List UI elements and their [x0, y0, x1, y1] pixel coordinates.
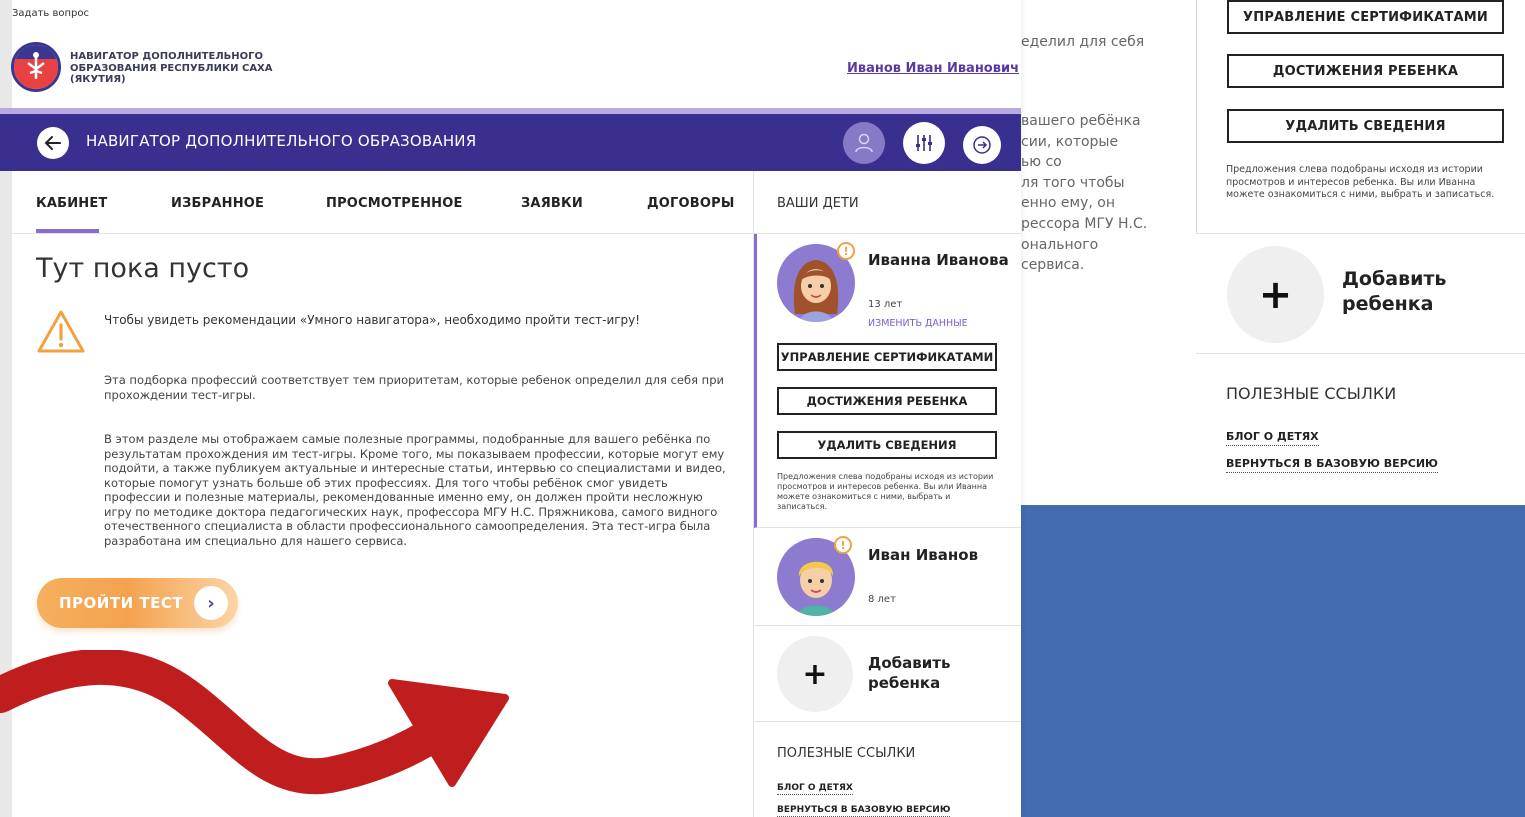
- take-test-button[interactable]: ПРОЙТИ ТЕСТ ›: [37, 578, 238, 628]
- bg-text-line: енно ему, он: [1021, 195, 1116, 212]
- bg-text-line: рессора МГУ Н.С.: [1021, 215, 1148, 232]
- tab-viewed[interactable]: ПРОСМОТРЕННОЕ: [326, 196, 463, 211]
- ask-question-link[interactable]: Задать вопрос: [12, 8, 89, 19]
- tab-contracts[interactable]: ДОГОВОРЫ: [647, 196, 735, 211]
- bg-add-child-label[interactable]: Добавить ребенка: [1342, 267, 1492, 317]
- add-child-button[interactable]: +: [777, 636, 853, 712]
- arrow-left-icon: [44, 136, 61, 150]
- emblem-icon: [14, 45, 58, 89]
- navbar-title: НАВИГАТОР ДОПОЛНИТЕЛЬНОГО ОБРАЗОВАНИЯ: [86, 132, 477, 150]
- link-blog[interactable]: БЛОГ О ДЕТЯХ: [777, 783, 853, 795]
- bg-text-line: вашего ребёнка: [1021, 113, 1141, 129]
- alert-badge: !: [837, 242, 855, 260]
- bg-delete-button[interactable]: УДАЛИТЬ СВЕДЕНИЯ: [1227, 109, 1504, 143]
- manage-certificates-button[interactable]: УПРАВЛЕНИЕ СЕРТИФИКАТАМИ: [777, 343, 997, 371]
- app-window: Задать вопрос НАВИГАТОР ДОПОЛНИТЕЛЬНОГО …: [0, 0, 1021, 817]
- child-age: 8 лет: [868, 594, 896, 605]
- back-button[interactable]: [37, 127, 69, 159]
- sliders-icon: [916, 135, 932, 151]
- alert-badge: !: [834, 536, 852, 554]
- warning-triangle-icon: [36, 309, 86, 359]
- link-basic-version[interactable]: ВЕРНУТЬСЯ В БАЗОВУЮ ВЕРСИЮ: [777, 805, 951, 817]
- logout-button[interactable]: [963, 126, 1001, 164]
- chevron-right-icon: ›: [194, 586, 228, 620]
- children-title: ВАШИ ДЕТИ: [777, 196, 859, 211]
- tab-favorites[interactable]: ИЗБРАННОЕ: [171, 196, 264, 211]
- description-paragraph-1: Эта подборка профессий соответствует тем…: [104, 373, 724, 402]
- bg-manage-certificates-button[interactable]: УПРАВЛЕНИЕ СЕРТИФИКАТАМИ: [1227, 0, 1504, 34]
- tab-cabinet[interactable]: КАБИНЕТ: [36, 196, 108, 211]
- children-header: ВАШИ ДЕТИ: [753, 171, 1021, 234]
- delete-child-button[interactable]: УДАЛИТЬ СВЕДЕНИЯ: [777, 431, 997, 459]
- plus-icon: +: [1258, 271, 1293, 318]
- add-child-label[interactable]: Добавить ребенка: [868, 654, 1018, 693]
- useful-links-title: ПОЛЕЗНЫЕ ССЫЛКИ: [777, 746, 916, 761]
- description-paragraph-2: В этом разделе мы отображаем самые полез…: [104, 432, 726, 548]
- bg-text-top: еделил для себя: [1021, 34, 1145, 50]
- recommendations-note: Предложения слева подобраны исходя из ис…: [777, 472, 994, 511]
- filter-button[interactable]: [903, 122, 945, 164]
- tab-bar: КАБИНЕТ ИЗБРАННОЕ ПРОСМОТРЕННОЕ ЗАЯВКИ Д…: [12, 171, 753, 234]
- bg-text-line: ью со: [1021, 154, 1062, 171]
- child-name: Иванна Иванова: [868, 251, 1009, 269]
- profile-button[interactable]: [843, 122, 885, 164]
- child-name: Иван Иванов: [868, 546, 979, 564]
- warning-text: Чтобы увидеть рекомендации «Умного навиг…: [104, 313, 641, 327]
- user-profile-link[interactable]: Иванов Иван Иванович: [847, 61, 1019, 76]
- page-title: Тут пока пусто: [36, 253, 250, 284]
- active-tab-indicator: [36, 229, 99, 233]
- logo[interactable]: [11, 42, 61, 92]
- org-name: НАВИГАТОР ДОПОЛНИТЕЛЬНОГО ОБРАЗОВАНИЯ РЕ…: [70, 51, 273, 85]
- plus-icon: +: [802, 656, 828, 692]
- logout-icon: [973, 136, 991, 154]
- child-card: ! Иван Иванов 8 лет: [754, 528, 1021, 626]
- user-icon: [855, 133, 873, 153]
- bg-text-line: сервиса.: [1021, 257, 1085, 274]
- take-test-label: ПРОЙТИ ТЕСТ: [59, 594, 184, 612]
- bg-text-line: сии, которые: [1021, 133, 1119, 150]
- bg-add-child-button[interactable]: +: [1227, 246, 1324, 343]
- edit-child-link[interactable]: ИЗМЕНИТЬ ДАННЫЕ: [868, 318, 968, 329]
- bg-text-block: вашего ребёнка сии, которые ью со ля тог…: [1021, 111, 1147, 276]
- child-achievements-button[interactable]: ДОСТИЖЕНИЯ РЕБЕНКА: [777, 387, 997, 415]
- child-card: ! Иванна Иванова 13 лет ИЗМЕНИТЬ ДАННЫЕ …: [754, 234, 1021, 528]
- top-navbar: НАВИГАТОР ДОПОЛНИТЕЛЬНОГО ОБРАЗОВАНИЯ: [0, 114, 1021, 171]
- child-age: 13 лет: [868, 299, 903, 310]
- bg-text-line: онального: [1021, 236, 1099, 253]
- blue-panel: [1021, 505, 1525, 817]
- decorative-red-arrow: [0, 650, 509, 795]
- bg-divider: [1196, 233, 1525, 234]
- bg-divider: [1196, 353, 1525, 354]
- children-sidebar: ! Иванна Иванова 13 лет ИЗМЕНИТЬ ДАННЫЕ …: [753, 234, 1021, 817]
- bg-link-basic-version[interactable]: ВЕРНУТЬСЯ В БАЗОВУЮ ВЕРСИЮ: [1226, 457, 1438, 473]
- bg-sidebar: УПРАВЛЕНИЕ СЕРТИФИКАТАМИ ДОСТИЖЕНИЯ РЕБЕ…: [1196, 0, 1525, 500]
- add-child-row[interactable]: + Добавить ребенка: [754, 626, 1021, 722]
- bg-sidebar-note: Предложения слева подобраны исходя из ис…: [1226, 164, 1495, 200]
- bg-text-line: ля того чтобы: [1021, 174, 1125, 191]
- bg-achievements-button[interactable]: ДОСТИЖЕНИЯ РЕБЕНКА: [1227, 54, 1504, 88]
- tab-applications[interactable]: ЗАЯВКИ: [521, 196, 583, 211]
- bg-sidebar-divider: [1196, 0, 1197, 233]
- bg-link-blog[interactable]: БЛОГ О ДЕТЯХ: [1226, 430, 1319, 446]
- bg-links-title: ПОЛЕЗНЫЕ ССЫЛКИ: [1226, 384, 1397, 403]
